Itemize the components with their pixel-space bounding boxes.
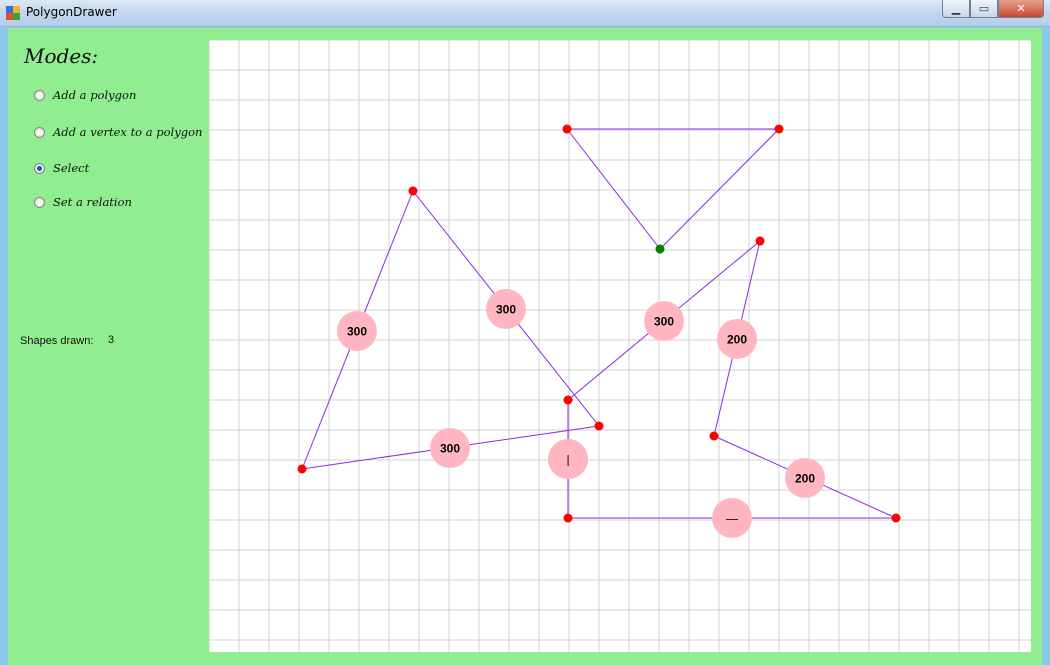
mode-add-vertex[interactable]: Add a vertex to a polygon (34, 125, 202, 139)
mode-label: Add a vertex to a polygon (53, 125, 203, 139)
polygon-2[interactable] (567, 240, 897, 519)
vertex[interactable] (774, 124, 784, 134)
mode-set-relation[interactable]: Set a relation (34, 195, 132, 209)
edge-label-p2-upper[interactable]: 300 (644, 301, 684, 341)
shapes-drawn-label: Shapes drawn: (20, 335, 94, 347)
main-window: Modes: Add a polygon Add a vertex to a p… (8, 28, 1042, 665)
edge-labels: 300 300 300 300 200 200 | — (337, 289, 825, 538)
mode-label: Select (53, 161, 90, 175)
vertex[interactable] (563, 395, 573, 405)
grid (209, 40, 1031, 652)
app-icon (6, 6, 20, 20)
vertex[interactable] (297, 464, 307, 474)
edge-label-text: 200 (795, 472, 815, 486)
title-bar[interactable]: PolygonDrawer ▁ ▭ ✕ (0, 0, 1050, 27)
shapes-drawn-count: 3 (108, 334, 115, 346)
close-icon: ✕ (1016, 2, 1026, 15)
edge-label-text: — (726, 512, 738, 526)
window-controls: ▁ ▭ ✕ (942, 0, 1044, 18)
modes-heading: Modes: (24, 44, 99, 68)
edge-label-p1-mid[interactable]: 300 (486, 289, 526, 329)
maximize-button[interactable]: ▭ (970, 0, 998, 18)
mode-add-polygon[interactable]: Add a polygon (34, 88, 136, 102)
edge-label-text: 300 (440, 442, 460, 456)
minimize-icon: ▁ (951, 2, 961, 15)
vertex[interactable] (755, 236, 765, 246)
mode-label: Set a relation (53, 195, 132, 209)
window-title: PolygonDrawer (26, 5, 117, 19)
edge-label-p3-lower[interactable]: 200 (785, 458, 825, 498)
edge-label-p1-bottom[interactable]: 300 (430, 428, 470, 468)
edge-label-p2-horizontal[interactable]: — (712, 498, 752, 538)
vertex[interactable] (891, 513, 901, 523)
edge-label-p2-vertical[interactable]: | (548, 439, 588, 479)
mode-label: Add a polygon (53, 88, 137, 102)
polygon-edge[interactable] (566, 128, 661, 250)
maximize-icon: ▭ (978, 2, 990, 15)
vertex[interactable] (709, 431, 719, 441)
radio-select[interactable] (34, 162, 45, 174)
edge-label-text: 300 (654, 315, 674, 329)
drawing-canvas[interactable]: 300 300 300 300 200 200 | — (209, 40, 1031, 652)
minimize-button[interactable]: ▁ (942, 0, 970, 18)
radio-add-polygon[interactable] (34, 89, 45, 101)
edge-label-p3-right[interactable]: 200 (717, 319, 757, 359)
vertex[interactable] (563, 513, 573, 523)
vertex[interactable] (594, 421, 604, 431)
edge-label-text: | (566, 453, 569, 467)
vertex-selected[interactable] (655, 244, 665, 254)
edge-label-text: 300 (347, 325, 367, 339)
radio-add-vertex[interactable] (34, 126, 45, 138)
close-button[interactable]: ✕ (998, 0, 1044, 18)
radio-set-relation[interactable] (34, 196, 45, 208)
edge-label-text: 200 (727, 333, 747, 347)
edge-label-text: 300 (496, 303, 516, 317)
vertex[interactable] (562, 124, 572, 134)
edge-label-p1-left[interactable]: 300 (337, 311, 377, 351)
vertex[interactable] (408, 186, 418, 196)
canvas-svg[interactable]: 300 300 300 300 200 200 | — (209, 40, 1031, 652)
mode-select[interactable]: Select (34, 161, 89, 175)
